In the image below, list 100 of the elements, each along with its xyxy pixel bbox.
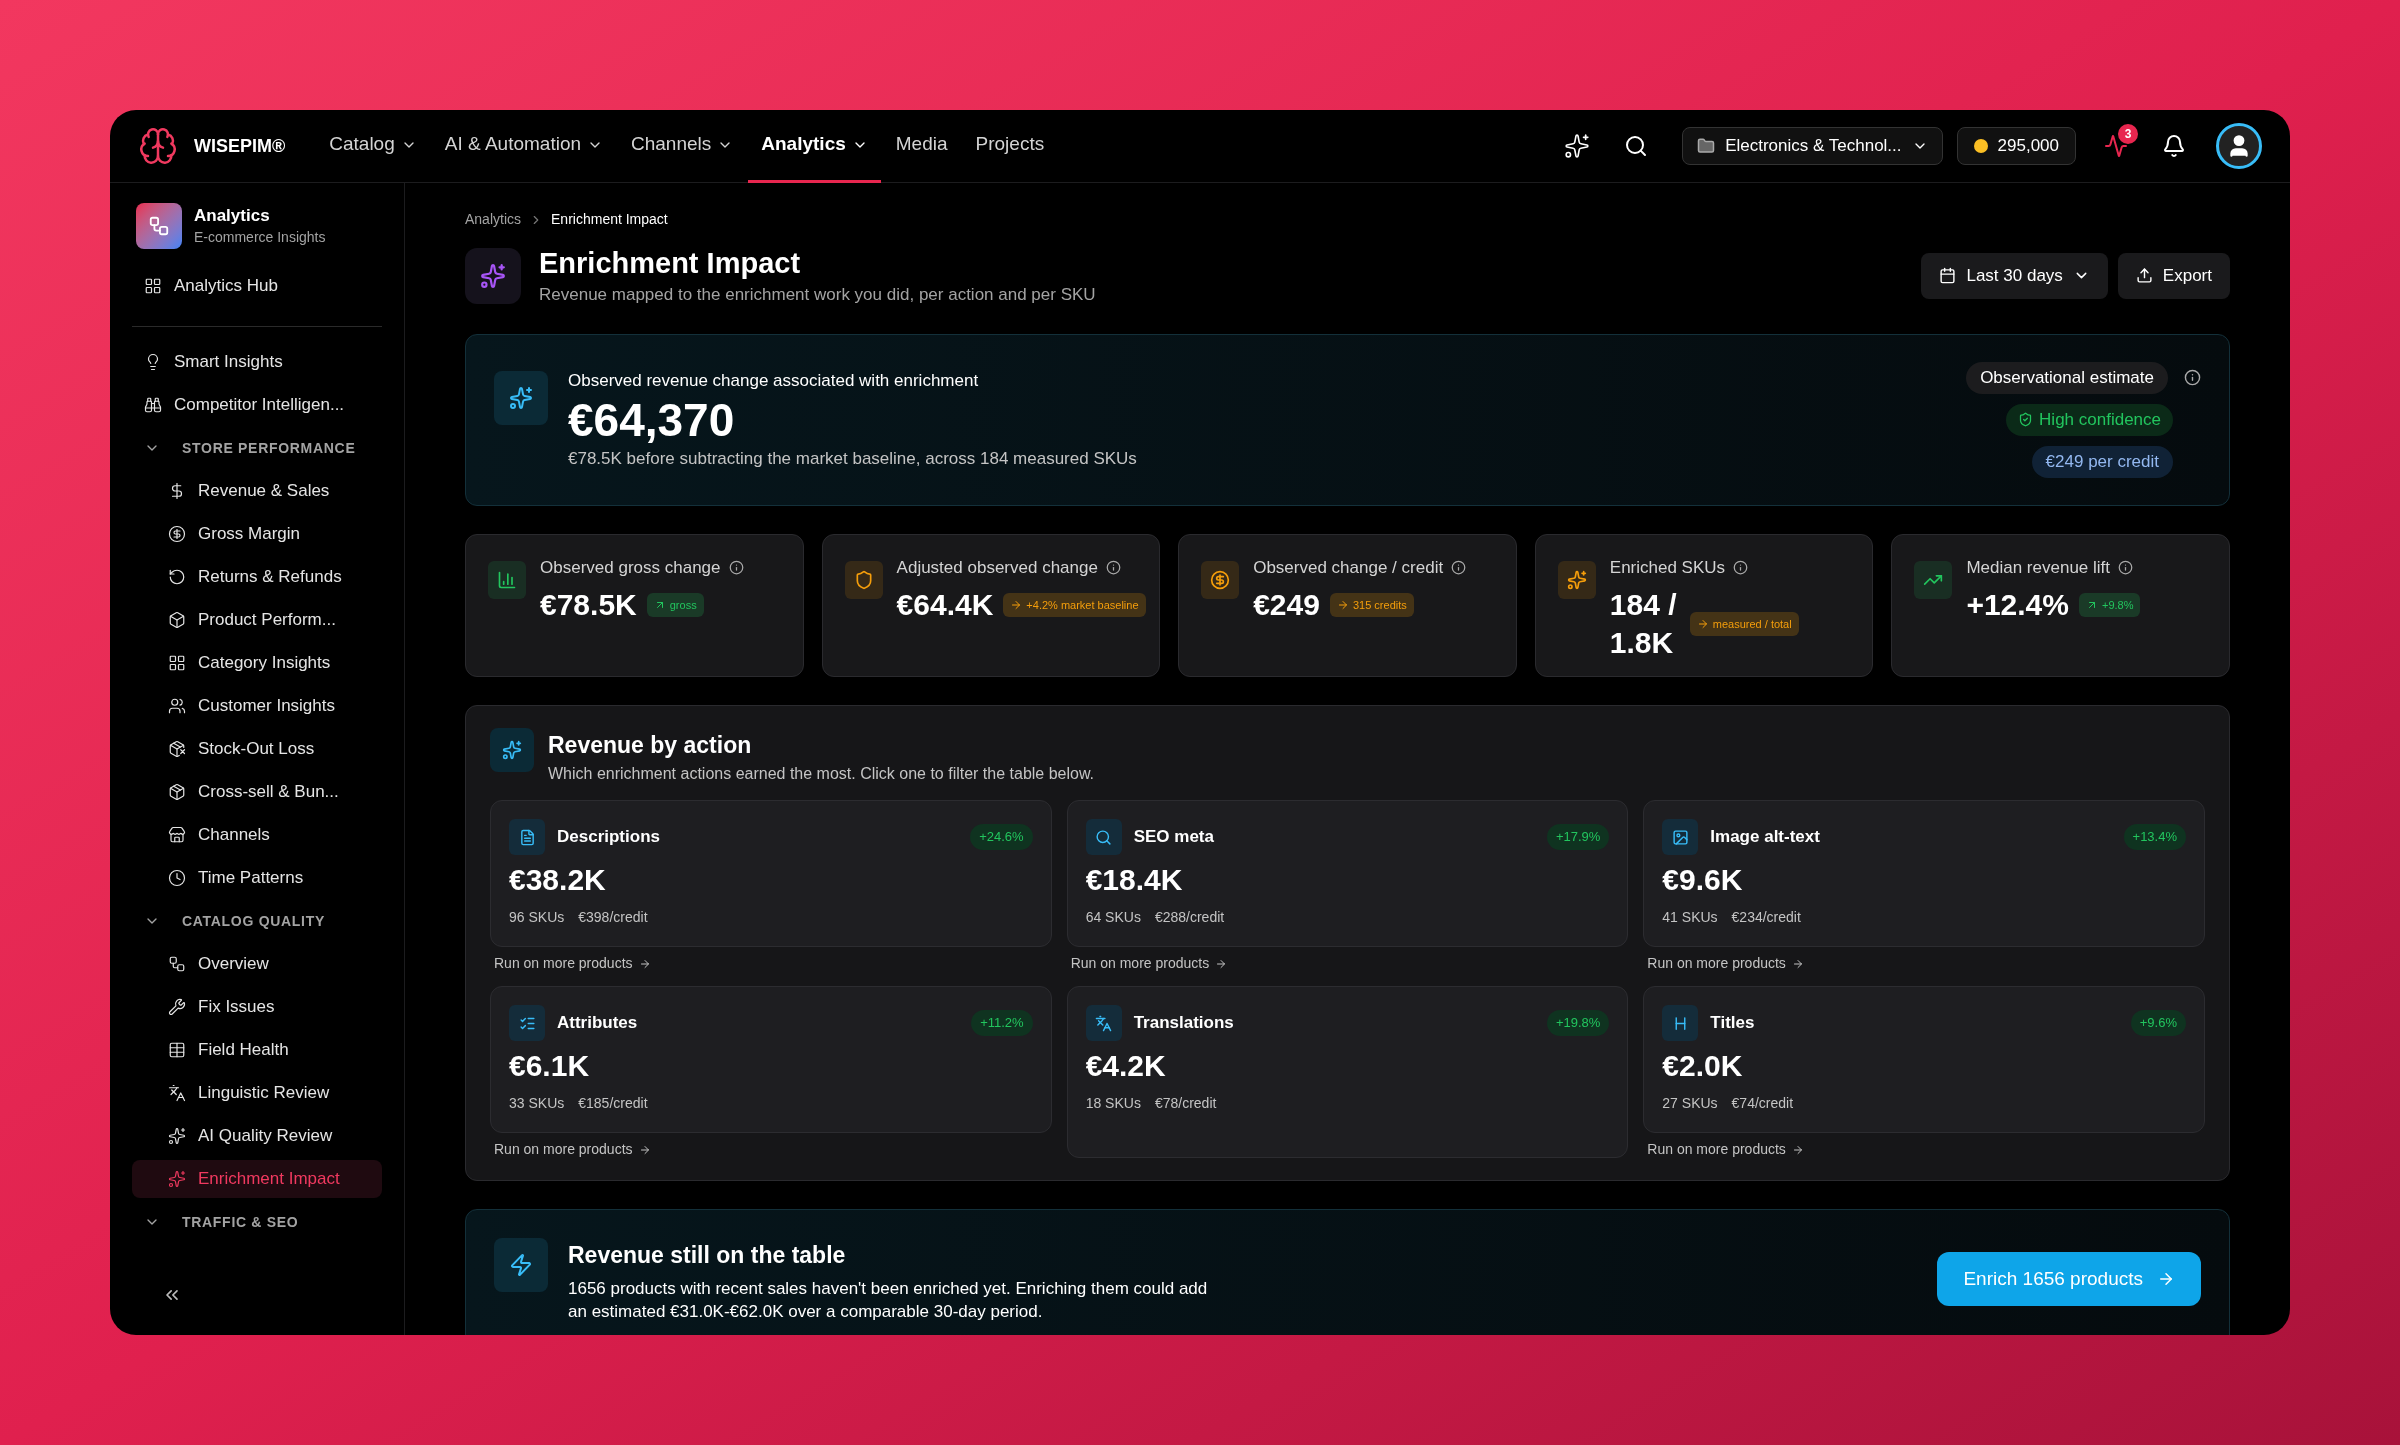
sku-count: 27 SKUs (1662, 1094, 1718, 1113)
credits-counter[interactable]: 295,000 (1956, 127, 2076, 165)
sidebar-item[interactable]: Cross-sell & Bun... (132, 773, 382, 811)
sidebar-item[interactable]: Field Health (132, 1031, 382, 1069)
sparkles-icon (509, 385, 533, 410)
kpi-label: Median revenue lift (1966, 556, 2111, 579)
sidebar-item[interactable]: Smart Insights (132, 343, 382, 381)
sidebar-section-header[interactable]: CATALOG QUALITY (132, 902, 382, 940)
translate-icon (1095, 1014, 1113, 1032)
action-title: SEO meta (1133, 826, 1215, 849)
cube-icon (168, 783, 186, 801)
info-icon[interactable] (1105, 559, 1121, 575)
run-more-link[interactable]: Run on more products (1070, 953, 1629, 974)
sidebar-subtitle: E-commerce Insights (194, 227, 326, 247)
sparkles-icon (168, 1170, 186, 1188)
sidebar-item[interactable]: Analytics Hub (132, 267, 382, 305)
nav-tab[interactable]: AI & Automation (431, 110, 616, 183)
run-more-link[interactable]: Run on more products (494, 1139, 1052, 1160)
panel-title: Revenue by action (548, 730, 753, 760)
action-card[interactable]: Descriptions +24.6% €38.2K 96 SKUs €398/credit (490, 800, 1052, 947)
action-card[interactable]: Attributes +11.2% €6.1K 33 SKUs €185/credit (490, 986, 1052, 1133)
sidebar-item[interactable]: AI Quality Review (132, 1117, 382, 1155)
action-title: Attributes (557, 1012, 639, 1035)
sidebar-item[interactable]: Competitor Intelligen... (132, 386, 382, 424)
opportunity-text: 1656 products with recent sales haven't been enriched yet. Enriching them could add an estimated €31.0K-€62.0K over a comparable 30-day period. (568, 1277, 1209, 1323)
kpi-badge: gross (646, 593, 704, 617)
run-more-link[interactable]: Run on more products (494, 953, 1052, 974)
action-title: Descriptions (557, 826, 661, 849)
bell-icon[interactable] (2162, 134, 2186, 158)
binoculars-icon (144, 396, 162, 414)
per-credit-badge: €249 per credit (2031, 445, 2173, 478)
action-card[interactable]: SEO meta +17.9% €18.4K 64 SKUs €288/credit (1066, 800, 1629, 947)
workspace-selector[interactable]: Electronics & Technol... (1682, 127, 1943, 165)
sidebar-item[interactable]: Channels (132, 816, 382, 854)
sidebar-item[interactable]: Gross Margin (132, 515, 382, 553)
sidebar-item[interactable]: Time Patterns (132, 859, 382, 897)
kpi-value: €249 (1253, 587, 1320, 623)
sparkles-icon[interactable] (1564, 133, 1591, 159)
sku-count: 33 SKUs (509, 1094, 565, 1113)
run-more-link[interactable]: Run on more products (1647, 953, 2205, 974)
nav-tab[interactable]: Channels (618, 110, 747, 183)
document-icon (518, 828, 536, 846)
nav-tab[interactable]: Catalog (316, 110, 430, 183)
confidence-badge: High confidence (2006, 403, 2173, 436)
kpi-label: Observed gross change (540, 556, 721, 579)
arrow-right-icon (2157, 1270, 2175, 1288)
action-card[interactable]: Translations +19.8% €4.2K 18 SKUs €78/credit (1066, 986, 1629, 1158)
sidebar-item[interactable]: Category Insights (132, 644, 382, 682)
action-title: Image alt-text (1710, 826, 1821, 849)
nav-tab[interactable]: Media (882, 110, 961, 183)
image-icon (1671, 828, 1689, 846)
sidebar-item[interactable]: Product Perform... (132, 601, 382, 639)
sidebar-item[interactable]: Stock-Out Loss (132, 730, 382, 768)
lift-badge: +17.9% (1546, 824, 1610, 850)
sidebar-section-header[interactable]: TRAFFIC & SEO (132, 1203, 382, 1241)
action-card[interactable]: Image alt-text +13.4% €9.6K 41 SKUs €234/credit (1643, 800, 2205, 947)
info-icon[interactable] (2184, 369, 2201, 386)
sparkles-icon (502, 739, 522, 760)
coin-icon (168, 525, 186, 543)
per-credit-value: €288/credit (1154, 908, 1225, 927)
sidebar-item[interactable]: Enrichment Impact (132, 1160, 382, 1198)
breadcrumb-item[interactable]: Analytics (465, 209, 522, 230)
export-button[interactable]: Export (2117, 252, 2230, 299)
breadcrumb-item: Enrichment Impact (551, 210, 668, 229)
nav-tab[interactable]: Projects (962, 110, 1058, 183)
kpi-badge: +9.8% (2079, 593, 2141, 617)
lift-badge: +13.4% (2123, 824, 2186, 850)
search-icon[interactable] (1624, 134, 1649, 158)
avatar[interactable] (2216, 123, 2262, 169)
sidebar-item[interactable]: Revenue & Sales (132, 472, 382, 510)
info-icon[interactable] (728, 559, 744, 575)
folder-icon (1697, 137, 1716, 155)
sku-count: 18 SKUs (1085, 1094, 1141, 1113)
sku-count: 64 SKUs (1085, 908, 1141, 927)
date-range-button[interactable]: Last 30 days (1921, 252, 2108, 299)
brand-name: WISEPIM® (194, 134, 286, 158)
nodes-icon (168, 955, 186, 973)
sidebar-item[interactable]: Overview (132, 945, 382, 983)
sidebar-item[interactable]: Linguistic Review (132, 1074, 382, 1112)
sparkles-icon (480, 262, 506, 289)
info-icon[interactable] (2118, 559, 2134, 575)
kpi-value: 184 / 1.8K (1609, 587, 1678, 661)
hero-note: €78.5K before subtracting the market baseline, across 184 measured SKUs (568, 447, 1138, 470)
action-card[interactable]: Titles +9.6% €2.0K 27 SKUs €74/credit (1643, 986, 2205, 1133)
sidebar-item[interactable]: Fix Issues (132, 988, 382, 1026)
coin-icon (1973, 139, 1988, 153)
run-more-link[interactable]: Run on more products (1647, 1139, 2205, 1160)
sidebar-item[interactable]: Customer Insights (132, 687, 382, 725)
sidebar-item[interactable]: Returns & Refunds (132, 558, 382, 596)
info-icon[interactable] (1451, 559, 1467, 575)
kpi-value: +12.4% (1966, 587, 2069, 623)
sku-count: 96 SKUs (509, 908, 565, 927)
kpi-label: Observed change / credit (1253, 556, 1444, 579)
crossed-box-icon (168, 740, 186, 758)
users-icon (168, 697, 186, 715)
kpi-label: Adjusted observed change (896, 556, 1098, 579)
info-icon[interactable] (1733, 559, 1749, 575)
sidebar-section-header[interactable]: STORE PERFORMANCE (132, 429, 382, 467)
nav-tab[interactable]: Analytics (748, 110, 881, 183)
search-icon (1095, 828, 1113, 846)
